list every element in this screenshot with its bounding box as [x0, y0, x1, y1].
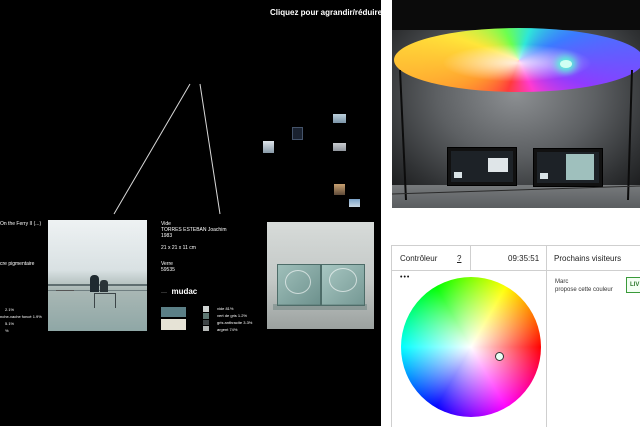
collection-browser[interactable]: Cliquez pour agrandir/réduire On the Fer…: [0, 0, 381, 426]
color-pct: gris anthracite 3.3%: [217, 320, 253, 325]
color-picker-handle[interactable]: [495, 352, 504, 361]
artwork-thumbnail[interactable]: [292, 127, 303, 140]
artwork-thumbnail[interactable]: [333, 114, 346, 123]
artwork-image-ferry[interactable]: [48, 220, 147, 331]
artwork-thumbnail[interactable]: [349, 199, 360, 207]
artwork-year: 1983: [161, 233, 173, 239]
artwork-image-glass[interactable]: [267, 222, 374, 329]
color-pct: argent 74%: [217, 327, 238, 332]
room-camera-view: [392, 0, 640, 208]
museum-logo: —— mudac: [161, 287, 198, 297]
left-color-pct: nche-vache foncé 1.9%: [0, 314, 42, 319]
figure-silhouette: [90, 275, 99, 292]
artwork-thumbnail[interactable]: [334, 184, 345, 195]
help-link[interactable]: ?: [457, 254, 461, 263]
museum-logo-text: mudac: [171, 287, 198, 297]
color-pct: vert de gris 1.2%: [217, 313, 248, 318]
color-pct: vide 81%: [217, 306, 234, 311]
left-color-pct: 5.1%: [5, 321, 15, 326]
clock: 09:35:51: [508, 254, 540, 263]
left-color-pct: 2.1%: [5, 307, 15, 312]
color-swatch: [161, 307, 186, 317]
color-swatch: [203, 313, 209, 319]
next-visitors-label: Prochains visiteurs: [554, 254, 622, 263]
visitor-action: propose cette couleur: [555, 287, 613, 293]
artwork-inventory: 59535: [161, 267, 175, 273]
color-wheel[interactable]: [401, 277, 541, 417]
wall-frame-lines: [392, 69, 640, 201]
left-artwork-title: On the Ferry II (...): [0, 221, 42, 227]
control-panel: Contrôleur ? 09:35:51 Prochains visiteur…: [391, 245, 640, 427]
color-swatch: [161, 319, 186, 330]
artwork-thumbnail[interactable]: [263, 141, 274, 153]
color-swatch: [203, 326, 209, 331]
left-color-pct: %: [5, 328, 9, 333]
artwork-thumbnail[interactable]: [333, 143, 346, 151]
left-artwork-process: cre pigmentaire: [0, 261, 35, 267]
live-button[interactable]: LIV: [626, 277, 640, 293]
connector-lines: [113, 83, 221, 215]
menu-dots[interactable]: •••: [400, 274, 410, 281]
controller-label: Contrôleur: [400, 254, 438, 263]
artwork-dimensions: 21 x 21 x 11 cm: [161, 245, 196, 251]
color-swatch: [203, 320, 209, 325]
color-swatch: [203, 306, 209, 312]
visitor-name: Marc: [555, 279, 569, 285]
